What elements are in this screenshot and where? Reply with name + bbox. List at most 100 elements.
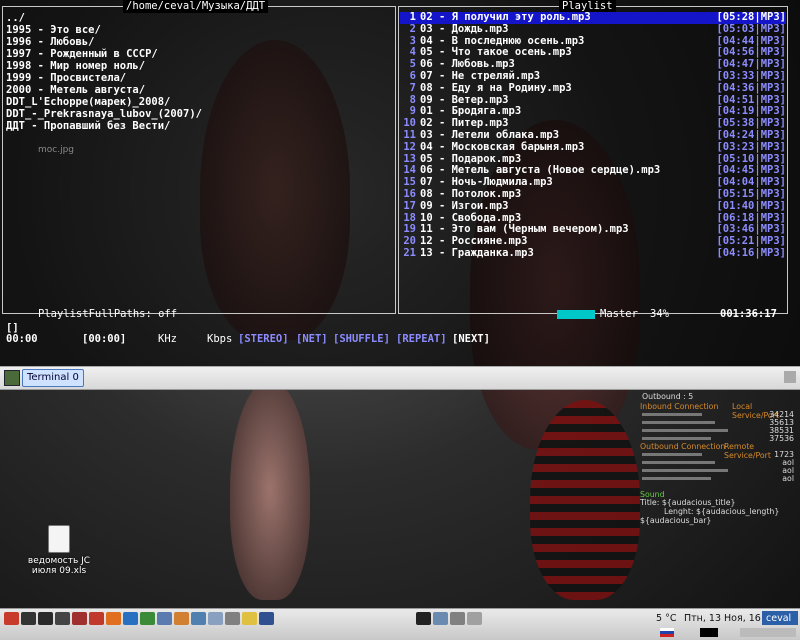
playlist-row-number: 12 bbox=[403, 140, 416, 153]
mixer-volume: 34% bbox=[650, 308, 669, 320]
flag-icon[interactable] bbox=[660, 628, 674, 637]
launcher-icon[interactable] bbox=[140, 612, 155, 625]
terminal-window[interactable]: /home/ceval/Музыка/ДДТ Playlist ../1995 … bbox=[0, 0, 800, 366]
flag-stereo: [STEREO] bbox=[238, 333, 289, 345]
terminal-task-button[interactable]: Terminal 0 bbox=[22, 369, 84, 387]
playlist-row-title: 08 - Еду я на Родину.mp3 bbox=[420, 81, 572, 94]
playlist-row[interactable]: 16 08 - Потолок.mp3 [05:15|MP3] bbox=[400, 187, 786, 201]
desktop-file-icon[interactable]: ведомость JC июля 09.xls bbox=[24, 525, 94, 576]
conky-connection-bar bbox=[642, 413, 702, 416]
playlist-row-number: 7 bbox=[409, 81, 416, 94]
playlist-row[interactable]: 11 03 - Летели облака.mp3 [04:24|MP3] bbox=[400, 128, 786, 142]
mixer-label: Master bbox=[600, 308, 638, 320]
launcher-icon[interactable] bbox=[225, 612, 240, 625]
conky-sound-length: Lenght: ${audacious_length} bbox=[664, 507, 780, 516]
launcher-icon[interactable] bbox=[416, 612, 431, 625]
playlist-row-duration: [04:16|MP3] bbox=[716, 246, 786, 259]
bottom-panel: 5 °C Птн, 13 Ноя, 16:15 ceval bbox=[0, 608, 800, 640]
kbps-label: Kbps bbox=[207, 333, 233, 345]
background-file-label: moc.jpg bbox=[38, 145, 75, 155]
launcher-icon[interactable] bbox=[38, 612, 53, 625]
launcher-icon[interactable] bbox=[72, 612, 87, 625]
desktop-file-label: ведомость JC июля 09.xls bbox=[27, 556, 91, 576]
launcher-icon[interactable] bbox=[123, 612, 138, 625]
playlist-row[interactable]: 2 03 - Дождь.mp3 [05:03|MP3] bbox=[400, 22, 786, 36]
conky-connection-bar bbox=[642, 429, 728, 432]
playlist-row-title: 09 - Изгои.mp3 bbox=[420, 199, 509, 212]
launcher-icon[interactable] bbox=[450, 612, 465, 625]
playlist-row-title: 04 - Московская барыня.mp3 bbox=[420, 140, 585, 153]
launcher-icon[interactable] bbox=[208, 612, 223, 625]
conky-port: aol bbox=[782, 474, 794, 483]
elapsed-time: 00:00 bbox=[6, 333, 38, 345]
playlist-row-title: 03 - Летели облака.mp3 bbox=[420, 128, 560, 141]
playlist-row-title: 08 - Потолок.mp3 bbox=[420, 187, 522, 200]
playlist-row-duration: [03:23|MP3] bbox=[716, 140, 786, 153]
playlist-row-title: 07 - Не стреляй.mp3 bbox=[420, 69, 541, 82]
tray-icon[interactable] bbox=[740, 628, 796, 637]
playlist-row-duration: [04:36|MP3] bbox=[716, 81, 786, 94]
directory-entry[interactable]: 2000 - Метель августа/ bbox=[6, 84, 202, 96]
khz-label: KHz bbox=[158, 333, 177, 345]
terminal-app-icon[interactable] bbox=[4, 370, 20, 386]
conky-connection-bar bbox=[642, 453, 702, 456]
launcher-icon[interactable] bbox=[21, 612, 36, 625]
conky-sound-bar: ${audacious_bar} bbox=[640, 516, 712, 525]
directory-entry[interactable]: 1995 - Это все/ bbox=[6, 24, 202, 36]
taskbar-right-icon[interactable] bbox=[784, 371, 796, 383]
launcher-icon[interactable] bbox=[4, 612, 19, 625]
playlist: 1 02 - Я получил эту роль.mp3 [05:28|MP3] 2… bbox=[400, 11, 786, 260]
playlist-row-number: 11 bbox=[403, 128, 416, 141]
total-time: 001:36:17 bbox=[720, 308, 777, 320]
launcher-icon[interactable] bbox=[106, 612, 121, 625]
launcher-icon[interactable] bbox=[157, 612, 172, 625]
directory-entry[interactable]: 1998 - Мир номер ноль/ bbox=[6, 60, 202, 72]
directory-entry[interactable]: 1999 - Просвистела/ bbox=[6, 72, 202, 84]
launcher-icon[interactable] bbox=[433, 612, 448, 625]
conky-connection-bar bbox=[642, 421, 715, 424]
playlist-row[interactable]: 21 13 - Гражданка.mp3 [04:16|MP3] bbox=[400, 246, 786, 260]
directory-entry[interactable]: DDT_-_Prekrasnaya_lubov_(2007)/ bbox=[6, 108, 202, 120]
playlist-row[interactable]: 7 08 - Еду я на Родину.mp3 [04:36|MP3] bbox=[400, 81, 786, 95]
playlist-row-duration: [05:03|MP3] bbox=[716, 22, 786, 35]
flag-shuffle: [SHUFFLE] bbox=[333, 333, 390, 345]
track-time: [00:00] bbox=[82, 333, 127, 345]
directory-entry[interactable]: DDT_L'Echoppe(марек)_2008/ bbox=[6, 96, 202, 108]
playlist-row-number: 6 bbox=[409, 69, 416, 82]
status-bar: PlaylistFullPaths: off Master 34% 001:36… bbox=[0, 308, 800, 321]
conky-outbound-header: Outbound Connection bbox=[640, 442, 726, 451]
playlist-row-title: 03 - Дождь.mp3 bbox=[420, 22, 509, 35]
playlist-row-number: 2 bbox=[409, 22, 416, 35]
conky-outbound: Outbound : 5 bbox=[642, 392, 694, 401]
launcher-icon[interactable] bbox=[174, 612, 189, 625]
weather-label: 5 °C bbox=[656, 613, 677, 624]
playlist-row-number: 16 bbox=[403, 187, 416, 200]
directory-entry[interactable]: 1996 - Любовь/ bbox=[6, 36, 202, 48]
playlist-row[interactable]: 12 04 - Московская барыня.mp3 [03:23|MP3] bbox=[400, 140, 786, 154]
user-label: ceval bbox=[766, 613, 792, 624]
launcher-icon[interactable] bbox=[242, 612, 257, 625]
playlist-row-number: 17 bbox=[403, 199, 416, 212]
wallpaper-figure bbox=[230, 380, 310, 600]
tray-icon[interactable] bbox=[700, 628, 718, 637]
conky-sound-title: Title: ${audacious_title} bbox=[640, 498, 736, 507]
conky-connection-bar bbox=[642, 477, 711, 480]
directory-entry[interactable]: ../ bbox=[6, 12, 202, 24]
conky-connection-bar bbox=[642, 461, 715, 464]
launcher-icon[interactable] bbox=[191, 612, 206, 625]
playlist-row[interactable]: 6 07 - Не стреляй.mp3 [03:33|MP3] bbox=[400, 69, 786, 83]
playlist-row-duration: [05:15|MP3] bbox=[716, 187, 786, 200]
conky-connection-bar bbox=[642, 437, 711, 440]
launcher-icon[interactable] bbox=[55, 612, 70, 625]
conky-inbound-header: Inbound Connection bbox=[640, 402, 719, 411]
launcher-icon[interactable] bbox=[89, 612, 104, 625]
flag-net: [NET] bbox=[296, 333, 328, 345]
playlist-row-number: 21 bbox=[403, 246, 416, 259]
launcher-icon[interactable] bbox=[259, 612, 274, 625]
playlist-row[interactable]: 17 09 - Изгои.mp3 [01:40|MP3] bbox=[400, 199, 786, 213]
directory-entry[interactable]: 1997 - Рожденный в СССР/ bbox=[6, 48, 202, 60]
flag-next: [NEXT] bbox=[452, 333, 490, 345]
launcher-icon[interactable] bbox=[467, 612, 482, 625]
directory-entry[interactable]: ДДТ - Пропавший без Вести/ bbox=[6, 120, 202, 132]
playlist-row-title: 13 - Гражданка.mp3 bbox=[420, 246, 534, 259]
